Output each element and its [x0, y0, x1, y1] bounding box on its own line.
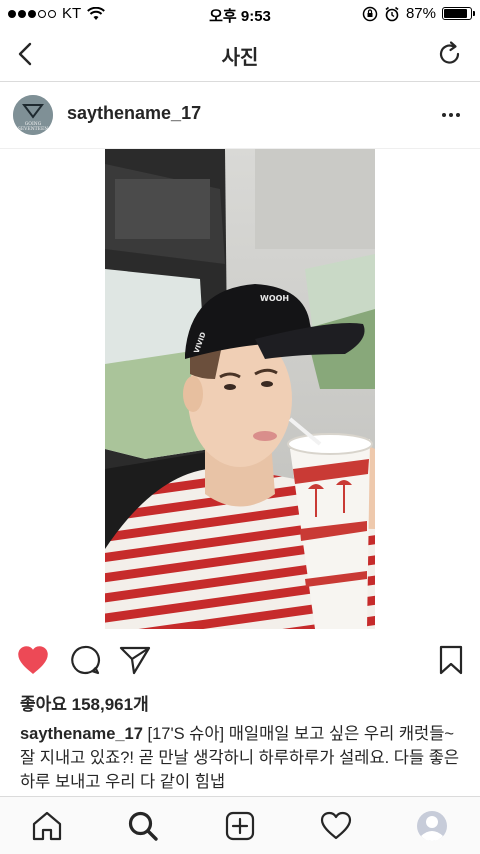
like-heart-icon[interactable] — [16, 644, 50, 676]
page-title: 사진 — [221, 47, 259, 69]
avatar[interactable]: GOING SEVENTEEN — [13, 95, 53, 135]
nav-header: 사진 — [0, 28, 480, 82]
alarm-icon — [385, 6, 399, 21]
activity-heart-icon[interactable] — [319, 809, 353, 843]
battery-icon — [442, 7, 475, 20]
post-caption: saythename_17 [17'S 슈아] 매일매일 보고 싶은 우리 캐럿… — [20, 722, 465, 794]
post-actions — [0, 640, 480, 680]
bottom-tab-bar — [0, 796, 480, 854]
cap-brand-text: WOOH — [260, 294, 289, 303]
post-photo-image: WOOH VIVID — [105, 149, 375, 629]
home-icon[interactable] — [30, 809, 64, 843]
profile-icon[interactable] — [415, 809, 449, 843]
battery-percent: 87% — [405, 5, 436, 22]
rotation-lock-icon — [362, 6, 378, 21]
add-icon[interactable] — [223, 809, 257, 843]
comment-icon[interactable] — [68, 644, 102, 676]
search-icon[interactable] — [126, 809, 160, 843]
battery-level-fill — [444, 9, 467, 18]
share-send-icon[interactable] — [118, 644, 152, 676]
post-header: GOING SEVENTEEN saythename_17 — [0, 83, 480, 149]
likes-count[interactable]: 좋아요 158,961개 — [20, 690, 149, 715]
caption-username[interactable]: saythename_17 — [20, 725, 143, 743]
refresh-icon[interactable] — [436, 40, 464, 68]
more-horizontal-icon[interactable] — [440, 105, 462, 125]
status-bar: KT 오후 9:53 87% — [0, 0, 480, 28]
post-photo[interactable]: WOOH VIVID — [105, 149, 375, 629]
svg-text:SEVENTEEN: SEVENTEEN — [18, 126, 48, 132]
post-username[interactable]: saythename_17 — [67, 103, 201, 124]
status-right: 87% — [362, 5, 475, 22]
avatar-logo-image: GOING SEVENTEEN — [13, 95, 53, 135]
bookmark-icon[interactable] — [434, 644, 468, 676]
